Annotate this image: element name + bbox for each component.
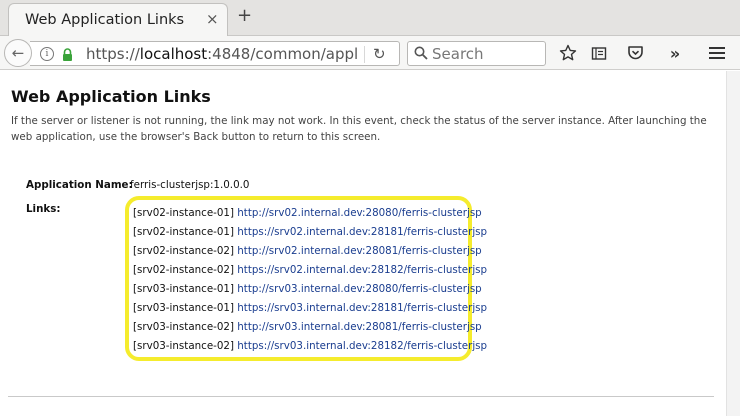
bottom-divider [8, 396, 714, 397]
url-bar[interactable]: i https://localhost:4848/common/appl ↻ [30, 41, 400, 66]
instance-label: [srv02-instance-02] [133, 245, 234, 257]
tab-strip: Web Application Links × + [0, 0, 740, 37]
vertical-scrollbar[interactable] [726, 71, 740, 416]
back-button[interactable]: ← [4, 39, 32, 67]
instance-label: [srv02-instance-01] [133, 207, 234, 219]
application-link[interactable]: http://srv02.internal.dev:28081/ferris-c… [237, 245, 481, 257]
application-link[interactable]: https://srv02.internal.dev:28181/ferris-… [237, 226, 487, 238]
tab-title: Web Application Links [25, 12, 185, 28]
url-scheme: https:// [86, 45, 140, 63]
reload-icon[interactable]: ↻ [373, 45, 386, 63]
tab-web-application-links[interactable]: Web Application Links × [8, 3, 228, 37]
info-icon[interactable]: i [40, 47, 54, 61]
new-tab-icon[interactable]: + [237, 6, 252, 26]
link-row: [srv02-instance-01] http://srv02.interna… [133, 207, 482, 219]
application-name-value: ferris-clusterjsp:1.0.0.0 [130, 179, 250, 191]
application-name-label: Application Name: [26, 179, 133, 191]
close-tab-icon[interactable]: × [206, 11, 219, 27]
page-title: Web Application Links [11, 87, 211, 106]
links-highlight [125, 196, 472, 361]
url-host: localhost [139, 45, 208, 63]
instance-label: [srv03-instance-01] [133, 302, 234, 314]
instance-label: [srv02-instance-02] [133, 264, 234, 276]
link-row: [srv02-instance-02] https://srv02.intern… [133, 264, 487, 276]
page-description: If the server or listener is not running… [11, 115, 707, 143]
application-link[interactable]: http://srv03.internal.dev:28081/ferris-c… [237, 321, 481, 333]
link-row: [srv03-instance-02] http://srv03.interna… [133, 321, 482, 333]
instance-label: [srv03-instance-02] [133, 340, 234, 352]
search-placeholder: Search [432, 45, 484, 63]
reading-list-icon[interactable] [589, 43, 609, 63]
page-content: Web Application Links If the server or l… [0, 71, 726, 416]
link-row: [srv02-instance-01] https://srv02.intern… [133, 226, 487, 238]
link-row: [srv03-instance-02] https://srv03.intern… [133, 340, 487, 352]
application-link[interactable]: http://srv02.internal.dev:28080/ferris-c… [237, 207, 481, 219]
hamburger-menu-icon[interactable] [707, 43, 727, 63]
application-link[interactable]: https://srv02.internal.dev:28182/ferris-… [237, 264, 487, 276]
link-row: [srv03-instance-01] https://srv03.intern… [133, 302, 487, 314]
application-link[interactable]: https://srv03.internal.dev:28182/ferris-… [237, 340, 487, 352]
application-link[interactable]: https://srv03.internal.dev:28181/ferris-… [237, 302, 487, 314]
instance-label: [srv03-instance-01] [133, 283, 234, 295]
bookmark-star-icon[interactable] [558, 43, 578, 63]
search-icon [414, 46, 428, 60]
url-text[interactable]: https://localhost:4848/common/appl [86, 45, 358, 63]
links-label: Links: [26, 203, 61, 215]
url-divider [364, 46, 365, 63]
back-icon: ← [11, 44, 25, 62]
lock-icon[interactable] [62, 48, 73, 61]
instance-label: [srv02-instance-01] [133, 226, 234, 238]
pocket-icon[interactable] [625, 43, 645, 63]
overflow-chevron-icon[interactable]: » [665, 43, 685, 63]
url-path: :4848/common/appl [207, 45, 359, 63]
link-row: [srv03-instance-01] http://srv03.interna… [133, 283, 482, 295]
application-link[interactable]: http://srv03.internal.dev:28080/ferris-c… [237, 283, 481, 295]
link-row: [srv02-instance-02] http://srv02.interna… [133, 245, 482, 257]
search-bar[interactable]: Search [407, 41, 546, 66]
navigation-bar: i https://localhost:4848/common/appl ↻ ←… [0, 36, 740, 70]
instance-label: [srv03-instance-02] [133, 321, 234, 333]
